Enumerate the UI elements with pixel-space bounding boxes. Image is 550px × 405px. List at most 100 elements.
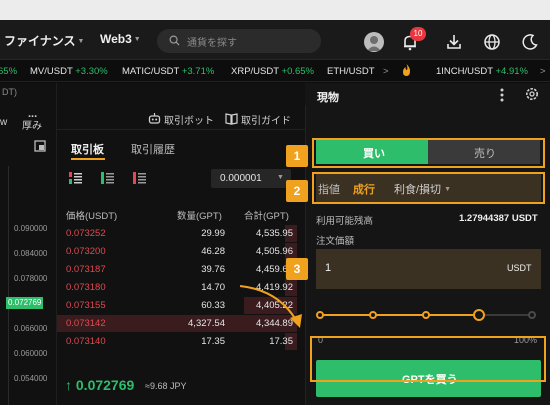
- row-quantity: 29.99: [201, 228, 225, 239]
- row-total: 4,505.96: [256, 246, 293, 257]
- slider-stop[interactable]: [422, 311, 430, 319]
- ticker-chevron-icon[interactable]: >: [383, 66, 389, 77]
- row-quantity: 14.70: [201, 282, 225, 293]
- orderbook-row[interactable]: 0.073200 46.28 4,505.96: [57, 243, 305, 260]
- orderbook-row[interactable]: 0.073187 39.76 4,459.68: [57, 261, 305, 278]
- download-icon[interactable]: [445, 33, 463, 51]
- amount-slider[interactable]: [316, 305, 536, 325]
- globe-icon[interactable]: [483, 33, 501, 51]
- column-header-quantity: 数量(GPT): [177, 211, 222, 222]
- nav-finance[interactable]: ファイナンス ▼: [4, 32, 84, 49]
- search-input[interactable]: 通貨を探す: [157, 29, 321, 53]
- tab-trade-history[interactable]: 取引履歴: [131, 141, 175, 157]
- axis-tick-label: 0.078000: [14, 274, 48, 283]
- trading-guide-link[interactable]: 取引ガイド: [241, 112, 291, 127]
- orderbook-row[interactable]: 0.073140 17.35 17.35: [57, 333, 305, 350]
- current-price-tag: 0.072769: [6, 297, 44, 309]
- settings-icon[interactable]: [525, 87, 539, 101]
- depth-chart-column: DT) w 厚み 0.090000 0.084000 0.078000 0.07…: [0, 83, 57, 405]
- available-balance-value: 1.27944387 USDT: [459, 213, 538, 224]
- step-marker-3: 3: [286, 258, 308, 280]
- chevron-down-icon: ▼: [133, 36, 141, 43]
- nav-web3[interactable]: Web3 ▼: [100, 32, 141, 46]
- order-amount-input[interactable]: 1 USDT: [316, 249, 541, 289]
- expand-icon[interactable]: [34, 140, 46, 152]
- available-balance-label: 利用可能残高: [316, 216, 374, 227]
- column-header-total: 合計(GPT): [244, 211, 289, 222]
- avatar[interactable]: [364, 32, 384, 52]
- arrow-up-icon: ↑: [65, 377, 72, 393]
- row-price: 0.073142: [66, 318, 106, 329]
- row-total: 17.35: [269, 336, 293, 347]
- precision-value: 0.000001: [220, 173, 262, 184]
- pointer-arrow-icon: [239, 285, 302, 328]
- app-window: ファイナンス▼ Web3▼ 通貨を探す 10 65% MV/USDT +3.30…: [0, 20, 550, 405]
- last-price-jpy: ≈9.68 JPY: [145, 381, 187, 391]
- ticker-pair: XRP/USDT: [231, 66, 279, 77]
- axis-tick-label: 0.066000: [14, 324, 48, 333]
- orderbook-row[interactable]: 0.073252 29.99 4,535.95: [57, 225, 305, 242]
- price-ticker: 65% MV/USDT +3.30% MATIC/USDT +3.71% XRP…: [0, 60, 550, 82]
- orderbook-view-bids-icon[interactable]: [101, 172, 114, 184]
- ticker-pair: ETH/USDT: [327, 66, 375, 77]
- axis-tick-label: 0.090000: [14, 224, 48, 233]
- ticker-change: 65%: [0, 66, 18, 77]
- column-header-price: 価格(USDT): [66, 211, 118, 222]
- row-price: 0.073187: [66, 264, 106, 275]
- slider-stop[interactable]: [369, 311, 377, 319]
- step-marker-1: 1: [286, 145, 308, 167]
- ticker-pair: 1INCH/USDT: [436, 66, 493, 77]
- more-menu[interactable]: ...: [28, 108, 37, 120]
- ticker-change: +4.91%: [495, 66, 528, 77]
- highlight-buy-tab: [312, 138, 545, 168]
- panel-title: 現物: [317, 92, 339, 104]
- trading-bot-link[interactable]: 取引ボット: [164, 112, 214, 127]
- nav-finance-label: ファイナンス: [4, 34, 76, 48]
- orderbook-view-both-icon[interactable]: [69, 172, 82, 184]
- ticker-item[interactable]: 65%: [0, 66, 17, 77]
- tab-orderbook[interactable]: 取引板: [71, 141, 104, 157]
- slider-stop[interactable]: [316, 311, 324, 319]
- row-quantity: 4,327.54: [188, 318, 225, 329]
- ticker-change: +3.30%: [75, 66, 108, 77]
- ticker-item[interactable]: MATIC/USDT +3.71%: [122, 66, 214, 77]
- orderbook-panel: 取引板 取引履歴 0.000001 ▼ 価格(USDT) 数量(GPT) 合計(…: [57, 130, 305, 405]
- ticker-pair: MATIC/USDT: [122, 66, 180, 77]
- row-price: 0.073155: [66, 300, 106, 311]
- spot-panel-header: 現物: [305, 83, 550, 105]
- ticker-item[interactable]: MV/USDT +3.30%: [30, 66, 108, 77]
- search-placeholder: 通貨を探す: [187, 38, 237, 49]
- row-price: 0.073252: [66, 228, 106, 239]
- ticker-chevron-icon[interactable]: >: [540, 66, 546, 77]
- row-quantity: 39.76: [201, 264, 225, 275]
- search-icon: [169, 35, 180, 46]
- row-price: 0.073180: [66, 282, 106, 293]
- slider-handle[interactable]: [473, 309, 485, 321]
- order-amount-label: 注文価額: [316, 236, 355, 247]
- chevron-down-icon: ▼: [277, 174, 284, 181]
- axis-tick-label: 0.084000: [14, 249, 48, 258]
- ticker-item[interactable]: XRP/USDT +0.65%: [231, 66, 314, 77]
- ticker-item[interactable]: ETH/USDT: [327, 66, 375, 77]
- last-price-value: 0.072769: [75, 377, 135, 393]
- slider-fill: [320, 314, 479, 316]
- ticker-change: +3.71%: [181, 66, 215, 77]
- more-vertical-icon[interactable]: [500, 88, 504, 102]
- moon-icon[interactable]: [521, 33, 539, 51]
- row-quantity: 17.35: [201, 336, 225, 347]
- row-quantity: 46.28: [201, 246, 225, 257]
- slider-stop[interactable]: [528, 311, 536, 319]
- tab-chart[interactable]: w: [0, 117, 7, 128]
- highlight-buy-button: [310, 336, 546, 382]
- nav-web3-label: Web3: [100, 32, 132, 46]
- row-quantity: 60.33: [201, 300, 225, 311]
- user-icon: [367, 36, 381, 51]
- ticker-item[interactable]: 1INCH/USDT +4.91%: [436, 66, 528, 77]
- orderbook-view-asks-icon[interactable]: [133, 172, 146, 184]
- order-amount-value: 1: [325, 262, 332, 274]
- notification-badge: 10: [410, 27, 426, 41]
- precision-select[interactable]: 0.000001 ▼: [211, 169, 291, 188]
- fire-icon: [402, 64, 411, 79]
- axis-tick-label: 0.060000: [14, 349, 48, 358]
- chart-axis-line: [8, 166, 9, 405]
